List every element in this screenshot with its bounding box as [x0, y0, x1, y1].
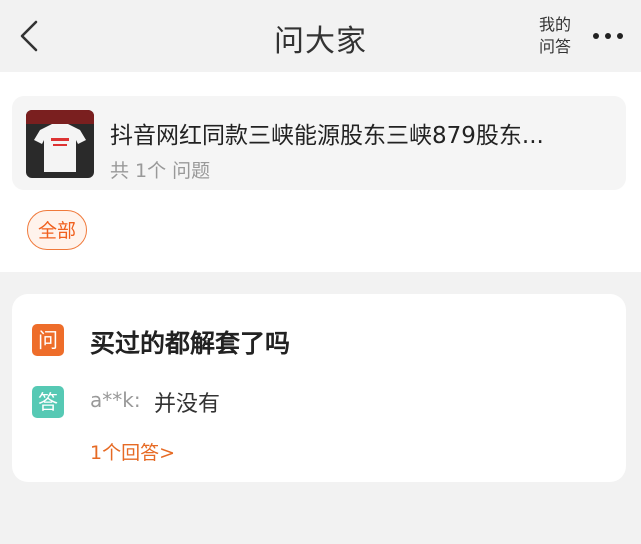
question-text: 买过的都解套了吗: [90, 329, 291, 358]
product-panel: 抖音网红同款三峡能源股东三峡879股东... 共 1个 问题 全部: [0, 72, 641, 272]
product-card[interactable]: 抖音网红同款三峡能源股东三峡879股东... 共 1个 问题: [12, 96, 626, 190]
my-qa-label-line2: 问答: [538, 37, 571, 56]
my-qa-label-line1: 我的: [538, 15, 571, 34]
product-name: 抖音网红同款三峡能源股东三峡879股东...: [110, 123, 544, 149]
filter-tag-all[interactable]: 全部: [27, 210, 88, 250]
more-dots-icon[interactable]: [588, 26, 628, 46]
product-thumbnail: [26, 110, 94, 178]
answer-badge: 答: [32, 386, 64, 418]
top-nav-bar: 问大家 我的 问答: [0, 0, 641, 72]
question-badge: 问: [32, 324, 64, 356]
question-count: 共 1个 问题: [110, 160, 211, 182]
question-card[interactable]: 问 买过的都解套了吗 答 a**k: 并没有 1个回答>: [12, 294, 626, 482]
answer-text: 并没有: [154, 392, 221, 417]
answer-user: a**k:: [90, 388, 141, 412]
reply-count-link[interactable]: 1个回答>: [90, 438, 175, 465]
my-qa-button[interactable]: 我的 问答: [532, 14, 578, 58]
